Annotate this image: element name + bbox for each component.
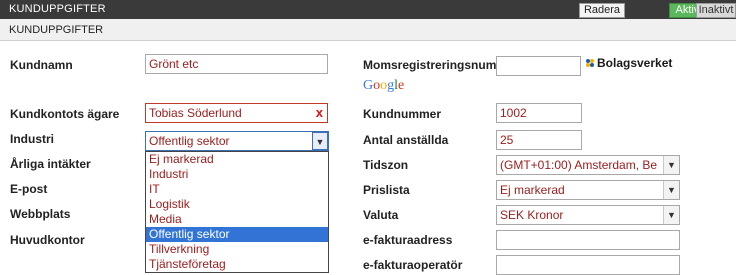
industry-option-selected[interactable]: Offentlig sektor [146,227,328,242]
google-letter: G [363,78,374,93]
header-title: KUNDUPPGIFTER [9,3,106,15]
employees-label: Antal anställda [363,133,449,147]
industry-option[interactable]: Media [146,212,328,227]
google-search-link[interactable]: Google [363,78,404,94]
industry-option[interactable]: Ej markerad [146,152,328,167]
industry-select[interactable]: Offentlig sektor ▼ [145,131,329,151]
industry-option[interactable]: Logistik [146,197,328,212]
industry-label: Industri [10,132,54,146]
industry-dropdown-list: Ej markerad Industri IT Logistik Media O… [145,151,329,273]
section-header: KUNDUPPGIFTER [0,19,736,41]
top-header: KUNDUPPGIFTER Radera Aktiva Inaktivt [0,0,736,19]
bolagsverket-logo-icon [586,59,594,67]
clear-owner-icon[interactable]: x [316,104,323,122]
chevron-down-icon[interactable]: ▼ [663,181,679,199]
industry-option[interactable]: IT [146,182,328,197]
chevron-down-icon[interactable]: ▼ [663,156,679,174]
account-owner-value: Tobias Söderlund [149,106,242,120]
account-owner-field[interactable]: Tobias Söderlund x [145,103,328,123]
einvoice-address-field[interactable] [496,230,680,250]
einvoice-operator-label: e-fakturaoperatör [363,258,463,272]
delete-button[interactable]: Radera [579,3,625,18]
price-list-select[interactable]: Ej markerad ▼ [496,180,680,200]
industry-option[interactable]: Tjänsteföretag [146,257,328,272]
website-label: Webbplats [10,207,71,221]
inactive-toggle-button[interactable]: Inaktivt [696,3,736,18]
currency-value: SEK Kronor [500,208,564,222]
industry-selected-value: Offentlig sektor [149,134,230,148]
timezone-value: (GMT+01:00) Amsterdam, Be [500,158,658,172]
section-title: KUNDUPPGIFTER [9,24,104,36]
email-label: E-post [10,182,48,196]
chevron-down-icon[interactable]: ▼ [663,206,679,224]
einvoice-operator-field[interactable] [496,255,680,275]
timezone-label: Tidszon [363,158,409,172]
price-list-value: Ej markerad [500,183,565,197]
annual-revenue-label: Årliga intäkter [10,157,91,171]
customer-name-label: Kundnamn [10,58,73,72]
chevron-down-icon[interactable]: ▼ [312,132,328,150]
industry-option[interactable]: Tillverkning [146,242,328,257]
bolagsverket-link[interactable]: Bolagsverket [585,56,672,70]
customer-number-label: Kundnummer [363,107,441,121]
bolagsverket-label: Bolagsverket [597,56,673,70]
industry-option[interactable]: Industri [146,167,328,182]
vat-number-field[interactable] [496,56,581,76]
google-letter: e [398,78,405,93]
currency-label: Valuta [363,208,399,222]
customer-number-field[interactable]: 1002 [496,103,582,123]
customer-name-field[interactable]: Grönt etc [145,54,328,74]
einvoice-address-label: e-fakturaadress [363,233,453,247]
currency-select[interactable]: SEK Kronor ▼ [496,205,680,225]
vat-number-label: Momsregistreringsnum [363,58,497,72]
timezone-select[interactable]: (GMT+01:00) Amsterdam, Be ▼ [496,155,680,175]
employees-field[interactable]: 25 [496,130,582,150]
price-list-label: Prislista [363,183,410,197]
account-owner-label: Kundkontots ägare [10,107,120,121]
head-office-label: Huvudkontor [10,233,85,247]
